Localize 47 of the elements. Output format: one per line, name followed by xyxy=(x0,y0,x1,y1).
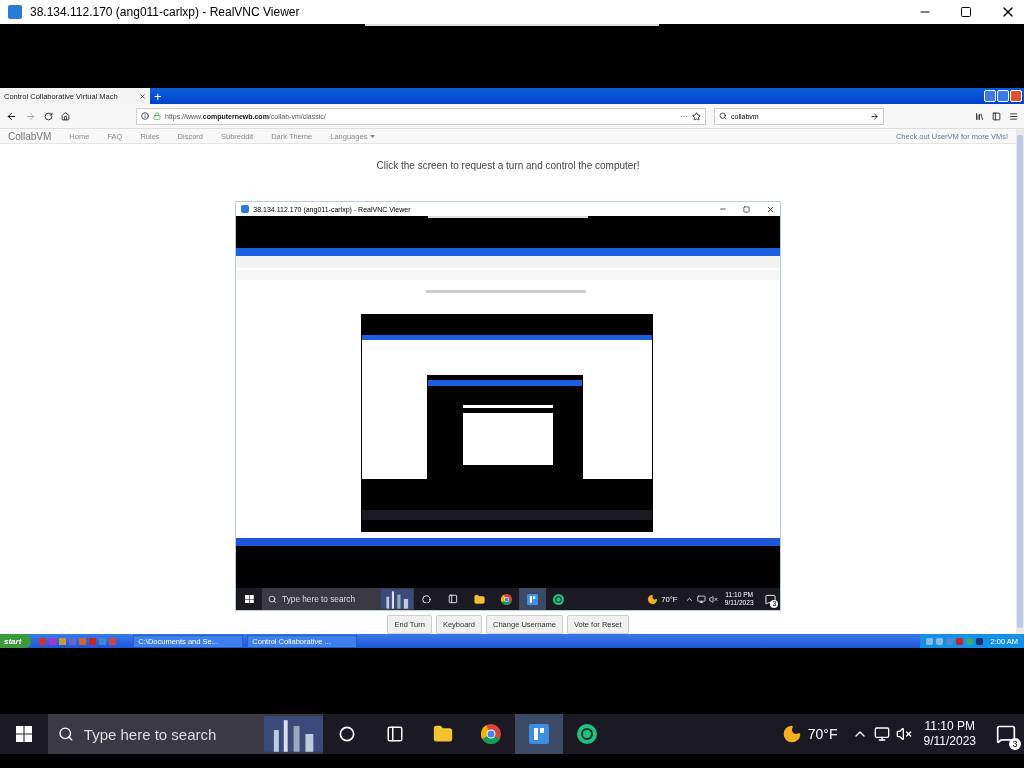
start-button[interactable]: start xyxy=(0,634,32,648)
library-icon[interactable] xyxy=(975,111,984,121)
city-skyline-drawing xyxy=(263,716,323,752)
reload-icon[interactable] xyxy=(44,111,53,121)
instruction-text: Click the screen to request a turn and control the computer! xyxy=(376,160,640,171)
volume-muted-icon[interactable] xyxy=(709,594,719,604)
back-icon[interactable] xyxy=(6,110,17,122)
taskbar-search-field[interactable]: Type here to search xyxy=(48,714,323,754)
search-input[interactable]: Type here to search xyxy=(83,725,254,743)
network-icon[interactable] xyxy=(873,726,890,742)
menu-icon[interactable] xyxy=(1009,111,1018,121)
moon-icon xyxy=(646,593,658,605)
city-skyline-drawing xyxy=(381,589,414,609)
vnc-viewer-icon[interactable] xyxy=(515,714,563,754)
weather-temperature: 70°F xyxy=(807,726,838,742)
star-icon[interactable] xyxy=(692,111,701,121)
search-icon xyxy=(267,594,277,604)
window-title: 38.134.112.170 (ang011-carlxp) - RealVNC Viewer xyxy=(30,5,300,19)
page-actions-button[interactable]: ··· xyxy=(680,111,688,121)
dropdown-caret-icon xyxy=(370,134,376,138)
vnc-app-icon xyxy=(240,205,249,213)
volume-muted-icon[interactable] xyxy=(895,726,912,742)
scrollbar[interactable] xyxy=(1016,129,1024,634)
minimize-icon[interactable] xyxy=(984,90,996,102)
sidebar-icon[interactable] xyxy=(992,111,1001,121)
windows-logo-icon[interactable] xyxy=(244,594,254,604)
new-tab-button[interactable]: + xyxy=(154,88,162,104)
lock-icon xyxy=(153,112,161,120)
network-icon[interactable] xyxy=(697,594,707,604)
notifications-button[interactable]: 3 xyxy=(988,714,1024,754)
home-icon[interactable] xyxy=(61,111,70,121)
maximize-icon[interactable] xyxy=(960,6,972,18)
restore-icon[interactable] xyxy=(997,90,1009,102)
clock-date: 9/11/2023 xyxy=(923,734,976,749)
site-brand[interactable]: CollabVM xyxy=(8,130,52,142)
search-input[interactable]: Type here to search xyxy=(282,594,376,604)
notification-icon xyxy=(764,593,776,605)
search-icon xyxy=(58,726,74,742)
close-icon[interactable] xyxy=(766,204,776,214)
moon-icon xyxy=(781,724,802,744)
vnc-app-icon xyxy=(8,5,22,19)
search-icon xyxy=(719,112,727,120)
go-arrow-icon[interactable] xyxy=(870,111,879,121)
info-icon[interactable] xyxy=(141,112,149,120)
vnc-viewer-icon[interactable] xyxy=(519,588,546,610)
taskbar-search-field[interactable]: Type here to search xyxy=(262,588,414,610)
clock-time: 11:10 PM xyxy=(924,719,975,734)
